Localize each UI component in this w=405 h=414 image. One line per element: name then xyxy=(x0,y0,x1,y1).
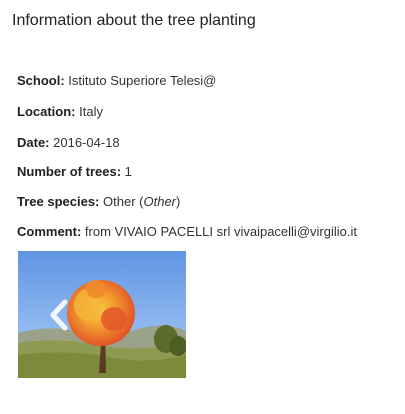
location-label: Location: xyxy=(17,104,76,119)
location-row: Location: Italy xyxy=(17,104,103,119)
gallery-previous-button[interactable] xyxy=(47,299,71,331)
date-label: Date: xyxy=(17,135,50,150)
school-value: Istituto Superiore Telesi@ xyxy=(68,73,217,88)
tree-species-value: Other xyxy=(103,194,136,209)
number-of-trees-label: Number of trees: xyxy=(17,164,122,179)
date-row: Date: 2016-04-18 xyxy=(17,135,120,150)
tree-photo-image xyxy=(18,251,186,378)
comment-row: Comment: from VIVAIO PACELLI srl vivaipa… xyxy=(17,224,357,239)
tree-planting-panel: Information about the tree planting Scho… xyxy=(0,0,405,414)
comment-label: Comment: xyxy=(17,224,82,239)
number-of-trees-row: Number of trees: 1 xyxy=(17,164,132,179)
page-title: Information about the tree planting xyxy=(12,12,256,29)
number-of-trees-value: 1 xyxy=(124,164,132,179)
tree-species-row: Tree species: Other (Other) xyxy=(17,194,180,209)
chevron-left-icon xyxy=(50,299,68,331)
tree-species-italic-value: Other xyxy=(143,194,176,209)
tree-species-label: Tree species: xyxy=(17,194,100,209)
location-value: Italy xyxy=(79,104,103,119)
comment-value: from VIVAIO PACELLI srl vivaipacelli@vir… xyxy=(84,224,357,239)
tree-photo[interactable] xyxy=(18,251,186,378)
date-value: 2016-04-18 xyxy=(53,135,120,150)
school-label: School: xyxy=(17,73,65,88)
tree-species-close-paren: ) xyxy=(176,194,181,209)
school-row: School: Istituto Superiore Telesi@ xyxy=(17,73,216,88)
